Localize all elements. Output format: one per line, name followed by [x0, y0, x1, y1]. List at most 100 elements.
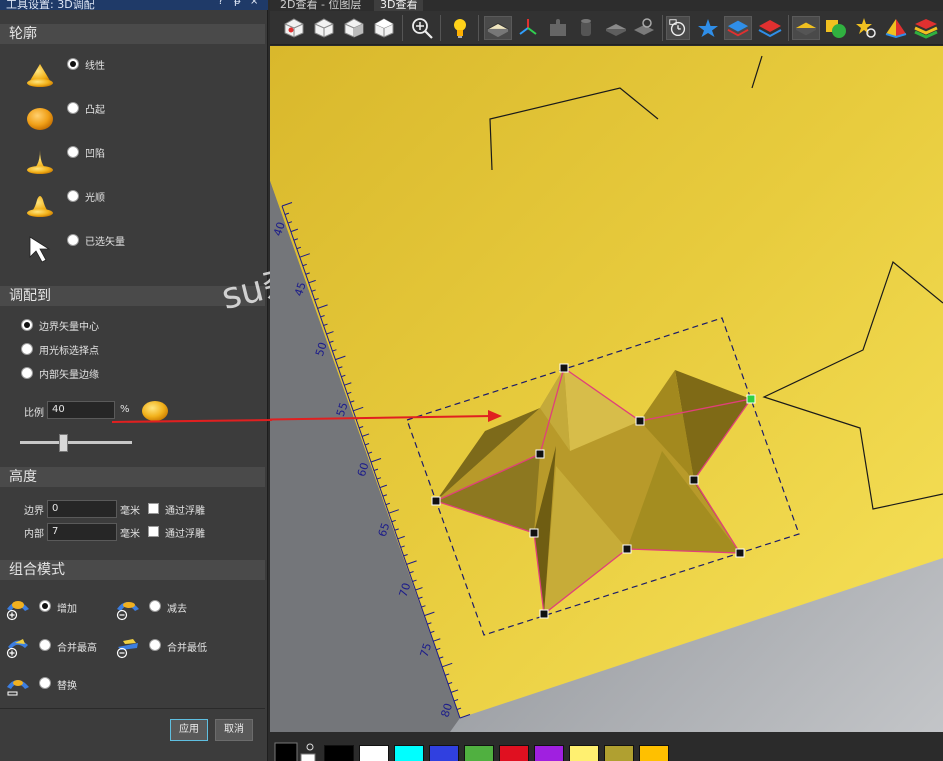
combine-radio-add[interactable] [39, 600, 51, 612]
outline-label-concave: 凹陷 [85, 149, 105, 160]
outline-label-convex: 凸起 [85, 105, 105, 116]
zoom-icon[interactable] [410, 16, 434, 40]
toolbar-separator [478, 15, 479, 41]
combine-radio-merge-high[interactable] [39, 639, 51, 651]
view-front-icon[interactable] [312, 16, 336, 40]
ratio-slider-track[interactable] [20, 441, 132, 444]
combine-label-add: 增加 [57, 604, 77, 615]
outline-radio-linear[interactable] [67, 58, 79, 70]
panel-titlebar: 工具设置: 3D调配 ? ᵽ × [0, 0, 268, 10]
color-swatch[interactable] [394, 745, 424, 761]
pyramid-icon[interactable] [884, 16, 908, 40]
blue-star-icon[interactable] [696, 16, 720, 40]
gray-block-icon[interactable] [604, 16, 628, 40]
fit-radio-cursor-point[interactable] [21, 343, 33, 355]
toolbar-separator [440, 15, 441, 41]
color-swatch[interactable] [499, 745, 529, 761]
axes-icon[interactable] [516, 16, 540, 40]
linear-dome-icon [27, 64, 53, 87]
color-swatch[interactable] [604, 745, 634, 761]
toolbar-separator [788, 15, 789, 41]
fit-radio-boundary-center[interactable] [21, 319, 33, 331]
pin-button[interactable]: ᵽ [234, 0, 241, 7]
inner-height-label: 内部 [24, 529, 44, 540]
ratio-input[interactable]: 40 [47, 401, 115, 419]
smooth-dome-icon [27, 196, 53, 217]
fit-radio-inner-edge[interactable] [21, 367, 33, 379]
ratio-slider-thumb[interactable] [59, 434, 68, 452]
puzzle-icon[interactable] [546, 16, 570, 40]
outline-radio-smooth[interactable] [67, 190, 79, 202]
relief-surface-icon[interactable] [484, 16, 512, 40]
inner-through-relief-checkbox[interactable] [148, 526, 159, 537]
combine-radio-subtract[interactable] [149, 600, 161, 612]
close-button[interactable]: × [250, 0, 258, 7]
combine-label-replace: 替换 [57, 681, 77, 692]
boundary-through-relief-label: 通过浮雕 [165, 506, 205, 517]
color-swatch[interactable] [429, 745, 459, 761]
cylinder-icon[interactable] [574, 16, 598, 40]
star-search-icon[interactable] [854, 16, 878, 40]
height-section-header: 高度 [0, 467, 265, 487]
view-tabbar: 2D查看 - 位图层 3D查看 [270, 0, 943, 11]
subtract-mode-icon [116, 602, 139, 621]
selected-vector-icon [29, 236, 51, 263]
outline-label-selected-vector: 已选矢量 [85, 237, 125, 248]
inner-height-input[interactable]: 7 [47, 523, 117, 541]
outline-label-smooth: 光顺 [85, 193, 105, 204]
shapes-icon[interactable] [824, 16, 848, 40]
tab-3d-view[interactable]: 3D查看 [374, 0, 424, 11]
color-layers-icon[interactable] [912, 16, 940, 40]
red-layer-icon[interactable] [756, 16, 784, 40]
3d-viewport[interactable]: 40 45 50 55 60 65 70 75 80 [270, 46, 943, 732]
color-swatch[interactable] [569, 745, 599, 761]
cancel-button[interactable]: 取消 [215, 719, 253, 741]
boundary-through-relief-checkbox[interactable] [148, 503, 159, 514]
color-swatch[interactable] [464, 745, 494, 761]
apply-button[interactable]: 应用 [170, 719, 208, 741]
view-side-icon[interactable] [342, 16, 366, 40]
help-button[interactable]: ? [218, 0, 223, 7]
outline-radio-selected-vector[interactable] [67, 234, 79, 246]
combine-radio-replace[interactable] [39, 677, 51, 689]
primary-secondary-color-icon[interactable] [274, 742, 318, 761]
tool-settings-panel: 工具设置: 3D调配 ? ᵽ × 轮廓 线性 凸起 凹陷 光顺 已选矢量 调配到… [0, 0, 268, 761]
divider [0, 708, 265, 709]
outline-radio-concave[interactable] [67, 146, 79, 158]
tab-2d-view[interactable]: 2D查看 - 位图层 [274, 0, 367, 11]
fit-label-boundary-center: 边界矢量中心 [39, 322, 99, 333]
view-iso-icon[interactable] [282, 16, 306, 40]
merge-high-icon [6, 639, 28, 659]
merge-low-icon [116, 639, 138, 659]
clock-view-icon[interactable] [666, 16, 690, 40]
ratio-label: 比例 [24, 408, 44, 419]
concave-dome-icon [27, 150, 53, 174]
outline-label-linear: 线性 [85, 61, 105, 72]
combine-label-merge-high: 合并最高 [57, 643, 97, 654]
fit-label-inner-edge: 内部矢量边缘 [39, 370, 99, 381]
view-top-icon[interactable] [372, 16, 396, 40]
fit-label-cursor-point: 用光标选择点 [39, 346, 99, 357]
inner-height-unit: 毫米 [120, 529, 140, 540]
color-swatch[interactable] [359, 745, 389, 761]
combine-section-header: 组合模式 [0, 560, 265, 580]
annotation-arrow-start [112, 419, 272, 423]
combine-label-subtract: 减去 [167, 604, 187, 615]
color-swatch[interactable] [324, 745, 354, 761]
blue-layer-icon[interactable] [724, 16, 752, 40]
block-settings-icon[interactable] [632, 16, 656, 40]
color-swatch[interactable] [534, 745, 564, 761]
add-mode-icon [6, 601, 29, 621]
outline-radio-convex[interactable] [67, 102, 79, 114]
yellow-layer-icon[interactable] [792, 16, 820, 40]
outline-section-header: 轮廓 [0, 24, 265, 44]
color-palette [270, 732, 943, 761]
boundary-height-label: 边界 [24, 506, 44, 517]
3d-scene[interactable]: 404550556065707580 [270, 46, 943, 732]
combine-label-merge-low: 合并最低 [167, 643, 207, 654]
view-toolbar [270, 11, 943, 45]
combine-radio-merge-low[interactable] [149, 639, 161, 651]
color-swatch[interactable] [639, 745, 669, 761]
boundary-height-input[interactable]: 0 [47, 500, 117, 518]
light-bulb-icon[interactable] [448, 16, 472, 40]
